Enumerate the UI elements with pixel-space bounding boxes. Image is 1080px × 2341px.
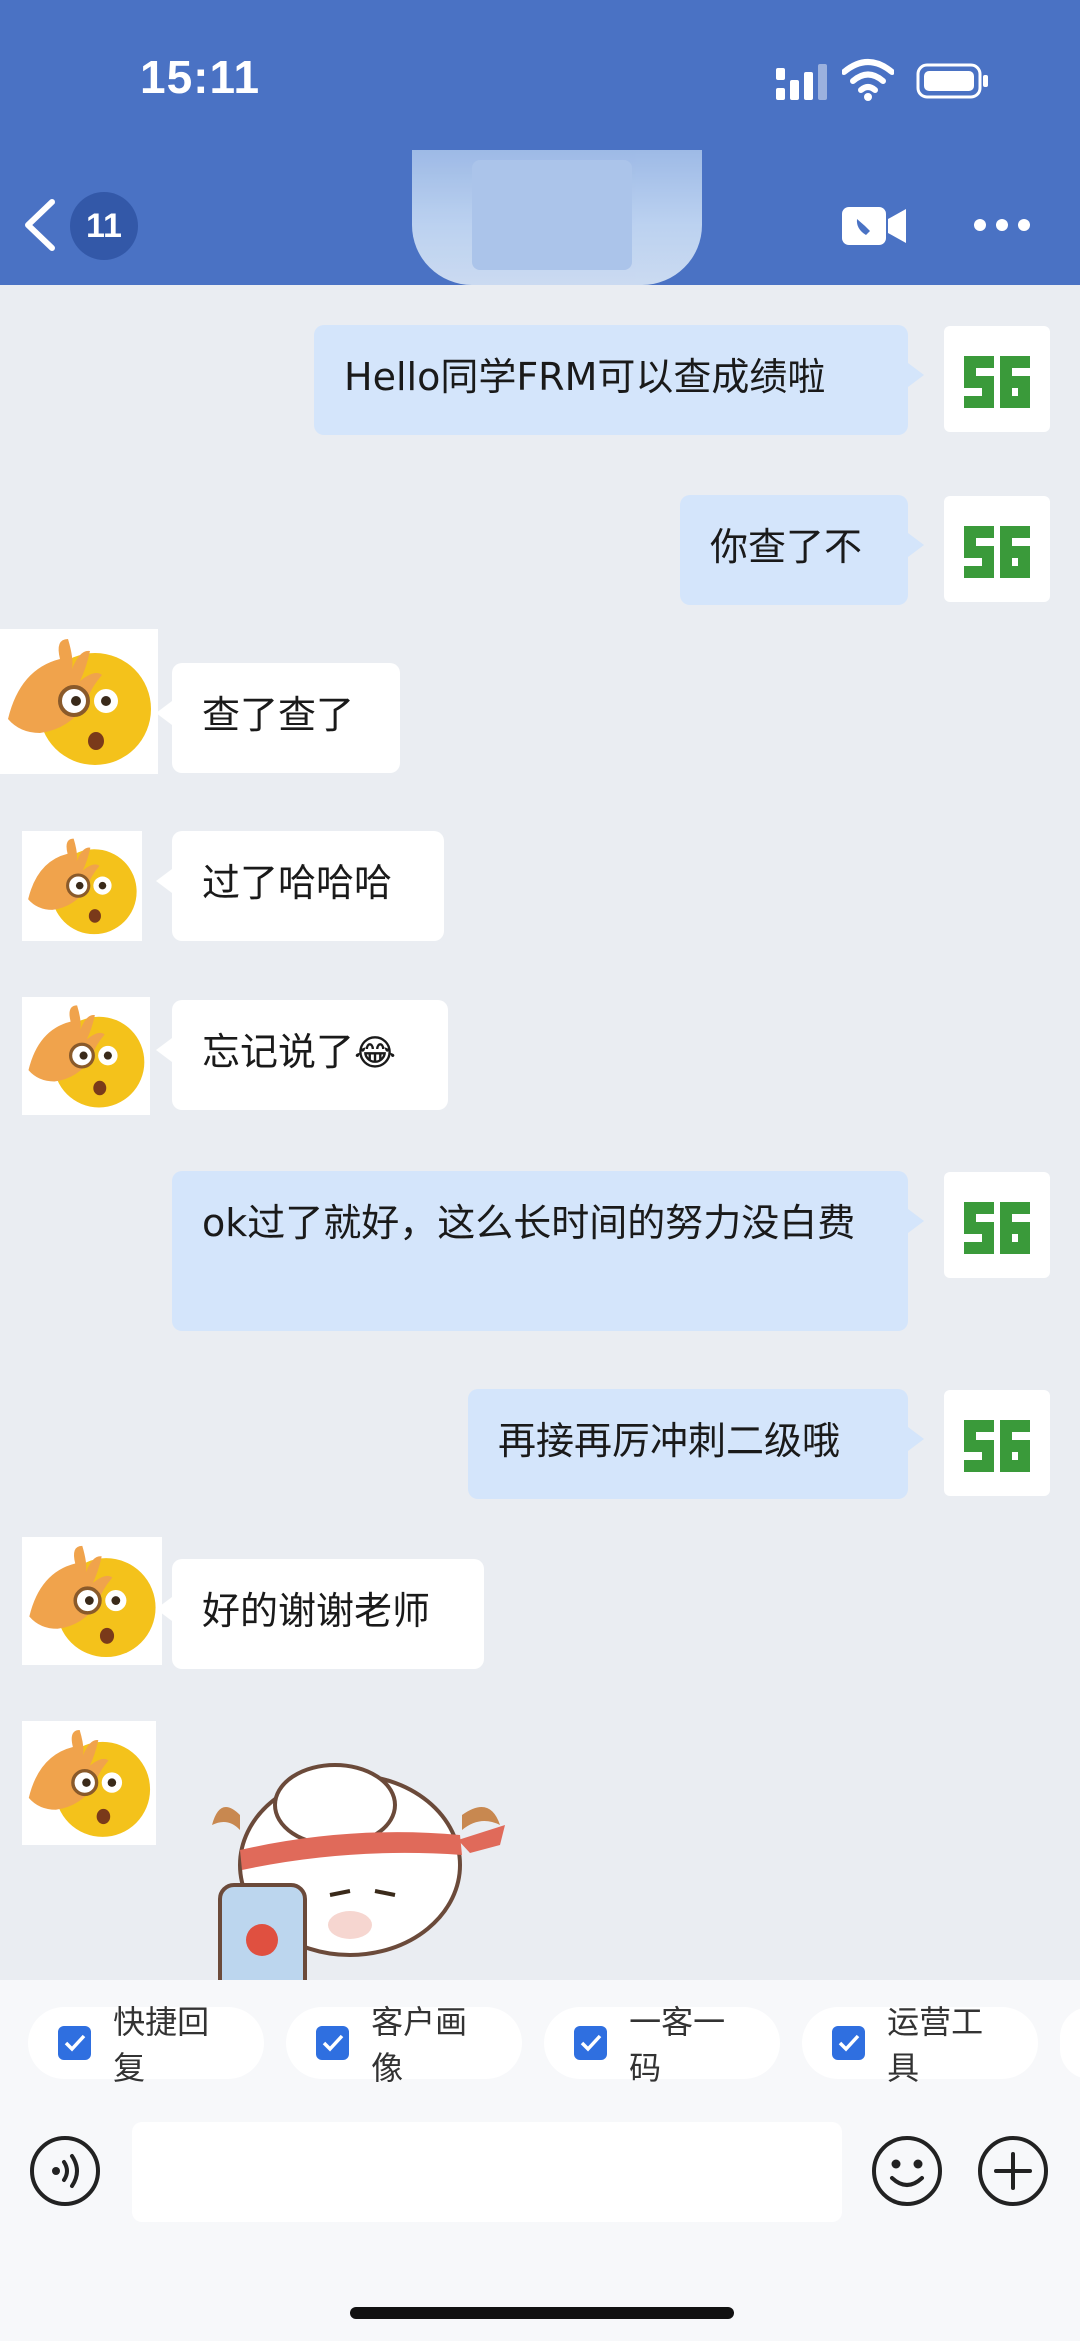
company-logo-icon xyxy=(964,1420,1030,1472)
sheep-sticker-image[interactable] xyxy=(200,1755,510,1980)
avatar-self[interactable] xyxy=(944,1172,1050,1278)
message-text: 忘记说了 xyxy=(202,1030,355,1074)
chat-header: 15:11 11 xyxy=(0,0,1080,285)
chip-label: 快捷回复 xyxy=(113,2003,210,2087)
avatar-contact-ok-hand-icon[interactable] xyxy=(22,1721,156,1845)
operation-tools-chip[interactable]: 运营工具 xyxy=(802,2003,1038,2087)
avatar-self[interactable] xyxy=(944,1390,1050,1496)
message-text: 再接再厉冲刺二级哦 xyxy=(498,1419,841,1463)
message-text: 你查了不 xyxy=(710,525,863,569)
checkbox-icon xyxy=(316,2026,350,2060)
avatar-contact-ok-hand-icon[interactable] xyxy=(22,831,142,941)
avatar-self[interactable] xyxy=(944,496,1050,602)
battery-icon xyxy=(916,63,988,99)
message-text: Hello同学FRM可以查成绩啦 xyxy=(344,355,826,399)
message-list[interactable]: Hello同学FRM可以查成绩啦 你查了不 查了查了 过了哈哈哈 忘记说了😂 o… xyxy=(0,285,1080,1980)
more-chip-partial[interactable] xyxy=(1060,2007,1080,2079)
message-bubble-outgoing[interactable]: Hello同学FRM可以查成绩啦 xyxy=(314,325,924,435)
quick-actions-bar: 快捷回复 客户画像 一客一码 运营工具 xyxy=(0,1980,1080,2098)
message-bubble-incoming[interactable]: 查了查了 xyxy=(156,663,400,773)
message-text: 好的谢谢老师 xyxy=(202,1589,431,1633)
wifi-icon xyxy=(842,59,894,101)
message-bubble-outgoing[interactable]: 你查了不 xyxy=(680,495,924,605)
emoji-icon[interactable] xyxy=(870,2134,944,2208)
more-options-icon[interactable] xyxy=(972,215,1032,235)
input-bar xyxy=(0,2098,1080,2341)
company-logo-icon xyxy=(964,1202,1030,1254)
home-indicator[interactable] xyxy=(350,2307,734,2319)
message-bubble-incoming[interactable]: 忘记说了😂 xyxy=(156,1000,448,1110)
video-call-icon[interactable] xyxy=(842,203,908,249)
unread-count-badge[interactable]: 11 xyxy=(70,192,138,260)
message-text: 查了查了 xyxy=(202,693,355,737)
status-time: 15:11 xyxy=(140,51,261,103)
chip-label: 一客一码 xyxy=(629,2003,726,2087)
voice-input-icon[interactable] xyxy=(28,2134,102,2208)
message-bubble-outgoing[interactable]: ok过了就好，这么长时间的努力没白费 xyxy=(172,1171,924,1331)
message-bubble-incoming[interactable]: 过了哈哈哈 xyxy=(156,831,444,941)
avatar-contact-ok-hand-icon[interactable] xyxy=(0,629,158,774)
contact-name-blurred xyxy=(412,150,702,285)
quick-reply-chip[interactable]: 快捷回复 xyxy=(28,2003,264,2087)
checkbox-icon xyxy=(832,2026,866,2060)
avatar-self[interactable] xyxy=(944,326,1050,432)
chip-label: 客户画像 xyxy=(371,2003,468,2087)
plus-icon[interactable] xyxy=(976,2134,1050,2208)
avatar-contact-ok-hand-icon[interactable] xyxy=(22,1537,162,1665)
message-bubble-incoming[interactable]: 好的谢谢老师 xyxy=(156,1559,484,1669)
laughing-tears-emoji: 😂 xyxy=(354,1033,397,1074)
avatar-contact-ok-hand-icon[interactable] xyxy=(22,997,150,1115)
company-logo-icon xyxy=(964,356,1030,408)
customer-profile-chip[interactable]: 客户画像 xyxy=(286,2003,522,2087)
message-input[interactable] xyxy=(132,2122,842,2222)
message-bubble-outgoing[interactable]: 再接再厉冲刺二级哦 xyxy=(468,1389,924,1499)
checkbox-icon xyxy=(574,2026,608,2060)
cellular-signal-icon xyxy=(776,64,827,100)
message-text: ok过了就好，这么长时间的努力没白费 xyxy=(202,1201,856,1245)
company-logo-icon xyxy=(964,526,1030,578)
message-text: 过了哈哈哈 xyxy=(202,861,393,905)
chip-label: 运营工具 xyxy=(887,2003,984,2087)
back-arrow-icon[interactable] xyxy=(18,196,62,254)
customer-code-chip[interactable]: 一客一码 xyxy=(544,2003,780,2087)
checkbox-icon xyxy=(58,2026,92,2060)
